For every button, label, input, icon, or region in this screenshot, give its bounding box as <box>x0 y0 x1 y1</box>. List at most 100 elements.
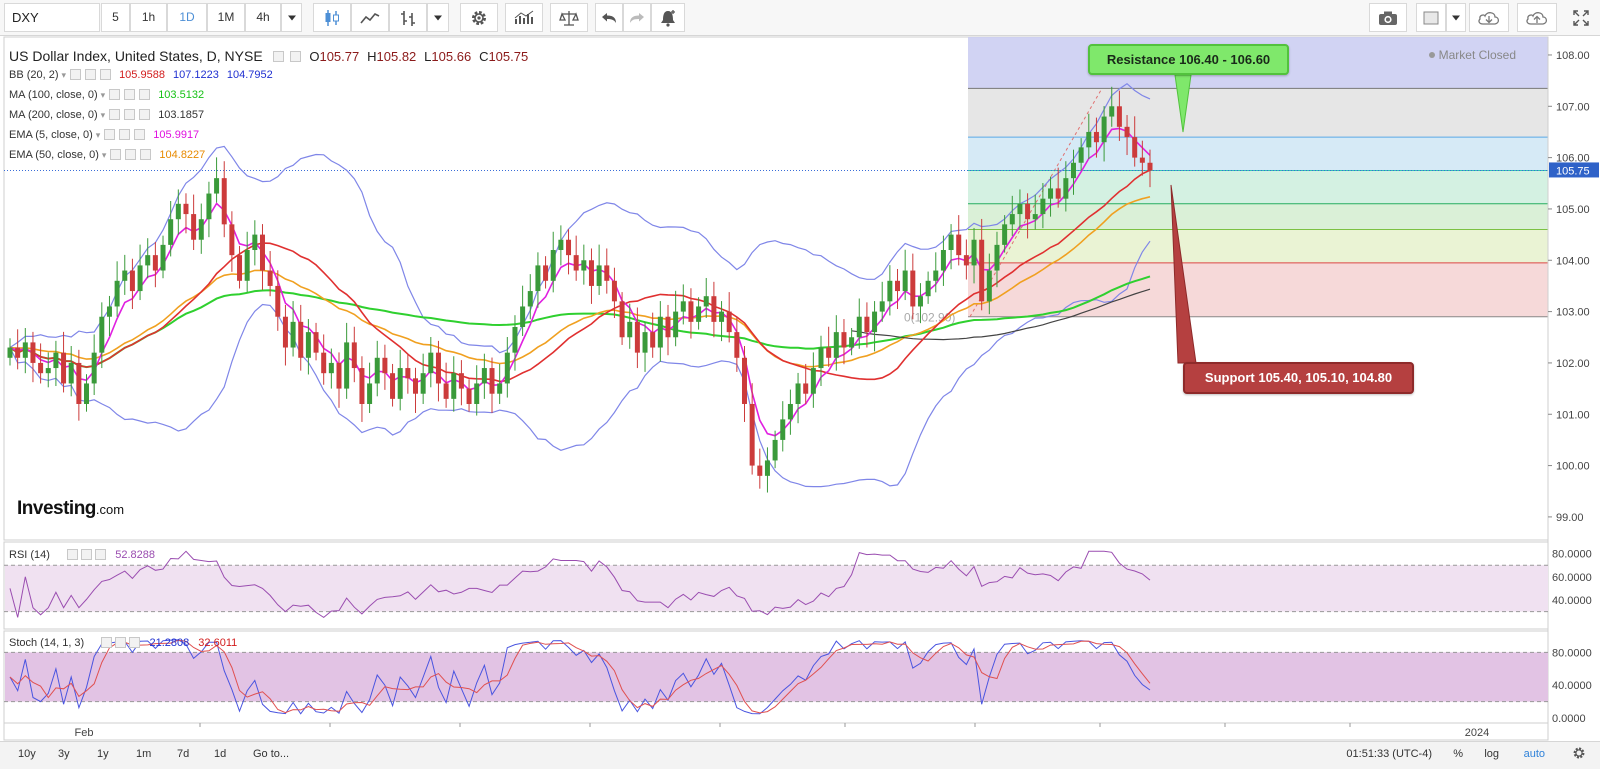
indicator-settings-icon[interactable] <box>119 129 131 140</box>
range-1d-button[interactable]: 1d <box>214 748 226 760</box>
candle-body <box>604 265 610 281</box>
candle-body <box>887 280 893 302</box>
indicator-name: BB (20, 2) <box>9 69 59 81</box>
candle-body <box>313 332 319 353</box>
support-annotation[interactable]: Support 105.40, 105.10, 104.80 <box>1183 362 1414 394</box>
candle-body <box>780 419 786 440</box>
indicator-legend-row[interactable]: MA (100, close, 0) ▾ 103.5132 <box>9 89 204 105</box>
candle-body <box>657 316 663 348</box>
candle-body <box>367 383 373 404</box>
chevron-down-icon[interactable]: ▾ <box>101 90 106 100</box>
indicator-legend-row[interactable]: MA (200, close, 0) ▾ 103.1857 <box>9 109 204 125</box>
candle-body <box>259 234 265 271</box>
candle-body <box>1086 131 1092 148</box>
candle-body <box>696 306 702 322</box>
range-1m-button[interactable]: 1m <box>136 748 151 760</box>
indicator-eye-icon[interactable] <box>110 149 122 160</box>
log-scale-button[interactable]: log <box>1484 748 1499 760</box>
candle-body <box>191 214 197 240</box>
candle-body <box>826 347 832 358</box>
indicator-name: MA (200, close, 0) <box>9 109 98 121</box>
candle-body <box>198 219 204 240</box>
candle-body <box>527 291 533 307</box>
candle-body <box>15 347 21 358</box>
indicator-close-icon[interactable] <box>100 69 112 80</box>
candle-body <box>474 383 480 404</box>
indicator-legend-row[interactable]: BB (20, 2) ▾ 105.9588 107.1223 104.7952 <box>9 69 273 85</box>
candle-body <box>979 239 985 302</box>
indicator-name: EMA (5, close, 0) <box>9 129 93 141</box>
stoch-tick-label: 40.0000 <box>1552 680 1592 692</box>
candle-body <box>757 465 763 476</box>
candle-body <box>986 270 992 302</box>
investing-logo: Investing.com <box>17 498 125 519</box>
rsi-close-icon[interactable] <box>95 549 107 560</box>
indicator-close-icon[interactable] <box>139 109 151 120</box>
time-axis-label: Feb <box>75 727 94 739</box>
range-3y-button[interactable]: 3y <box>58 748 70 760</box>
candle-body <box>443 383 449 399</box>
indicator-eye-icon[interactable] <box>70 69 82 80</box>
candle-body <box>351 342 357 369</box>
chevron-down-icon[interactable]: ▾ <box>96 130 101 140</box>
price-tick-label: 101.00 <box>1556 409 1590 421</box>
indicator-close-icon[interactable] <box>134 129 146 140</box>
candle-body <box>129 270 135 292</box>
chart-properties-button[interactable] <box>1572 746 1586 763</box>
indicator-eye-icon[interactable] <box>109 89 121 100</box>
auto-scale-button[interactable]: auto <box>1524 748 1545 760</box>
candle-body <box>160 244 166 271</box>
resistance-annotation[interactable]: Resistance 106.40 - 106.60 <box>1088 44 1289 75</box>
indicator-settings-icon[interactable] <box>85 69 97 80</box>
rsi-tick-label: 60.0000 <box>1552 572 1592 584</box>
chart-legend-title: US Dollar Index, United States, D, NYSE … <box>9 48 528 64</box>
indicator-name: EMA (50, close, 0) <box>9 149 99 161</box>
legend-eye-icon[interactable] <box>272 51 284 62</box>
candle-body <box>206 193 212 220</box>
indicator-legend-row[interactable]: EMA (5, close, 0) ▾ 105.9917 <box>9 129 199 145</box>
bottom-toolbar: 10y 3y 1y 1m 7d 1d Go to... 01:51:33 (UT… <box>0 741 1600 769</box>
chevron-down-icon[interactable]: ▾ <box>62 70 67 80</box>
rsi-eye-icon[interactable] <box>67 549 79 560</box>
chevron-down-icon[interactable]: ▾ <box>102 150 107 160</box>
goto-date-button[interactable]: Go to... <box>253 748 289 760</box>
legend-settings-icon[interactable] <box>290 51 302 62</box>
candle-body <box>504 352 510 384</box>
indicator-settings-icon[interactable] <box>124 89 136 100</box>
candle-body <box>948 234 954 251</box>
indicator-legend-row[interactable]: EMA (50, close, 0) ▾ 104.8227 <box>9 149 205 165</box>
candle-body <box>634 321 640 353</box>
range-7d-button[interactable]: 7d <box>177 748 189 760</box>
candle-body <box>466 388 472 404</box>
candle-body <box>290 321 296 348</box>
stoch-close-icon[interactable] <box>129 637 141 648</box>
indicator-eye-icon[interactable] <box>109 109 121 120</box>
candle-body <box>374 357 380 384</box>
candle-body <box>1109 106 1115 117</box>
candle-body <box>917 296 923 307</box>
stoch-settings-icon[interactable] <box>115 637 127 648</box>
candle-body <box>336 362 342 389</box>
indicator-close-icon[interactable] <box>139 89 151 100</box>
price-tick-label: 105.00 <box>1556 204 1590 216</box>
candle-body <box>1132 137 1138 158</box>
indicator-settings-icon[interactable] <box>124 109 136 120</box>
chevron-down-icon[interactable]: ▾ <box>101 110 106 120</box>
indicator-eye-icon[interactable] <box>104 129 116 140</box>
candle-body <box>397 368 403 399</box>
candle-body <box>1009 214 1015 225</box>
candle-body <box>642 332 648 353</box>
indicator-close-icon[interactable] <box>140 149 152 160</box>
rsi-settings-icon[interactable] <box>81 549 93 560</box>
candle-body <box>22 342 28 358</box>
candle-body <box>344 342 350 389</box>
range-10y-button[interactable]: 10y <box>18 748 36 760</box>
candle-body <box>864 316 870 333</box>
indicator-settings-icon[interactable] <box>125 149 137 160</box>
candle-body <box>703 296 709 307</box>
stoch-eye-icon[interactable] <box>101 637 113 648</box>
percent-scale-button[interactable]: % <box>1453 748 1463 760</box>
status-dot-icon <box>1428 52 1435 58</box>
range-1y-button[interactable]: 1y <box>97 748 109 760</box>
fib-zone-4 <box>968 203 1548 230</box>
